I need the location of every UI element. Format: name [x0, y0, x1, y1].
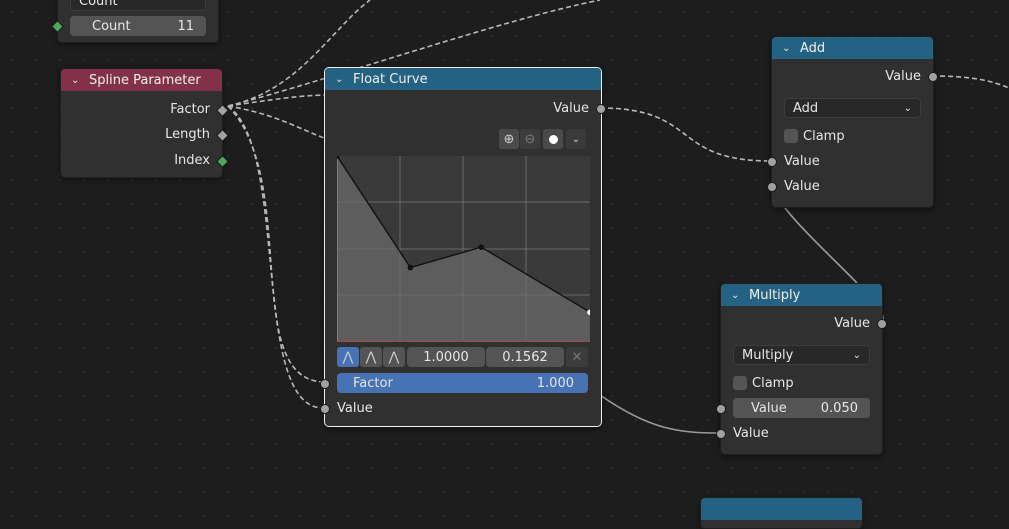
clipping-dot-icon — [548, 134, 558, 144]
factor-value: 1.000 — [536, 375, 574, 391]
chevron-down-icon: ⌄ — [852, 349, 861, 361]
input1-label: Value — [784, 154, 820, 169]
count-node[interactable]: Count Count 11 — [51, 0, 219, 43]
input2-label: Value — [784, 179, 820, 194]
point-x-value: 1.0000 — [423, 349, 469, 365]
add-header[interactable]: ⌄ Add — [772, 37, 933, 59]
zoom-out-icon: ⊖ — [524, 131, 536, 147]
curve-menu-button[interactable]: ⌄ — [566, 129, 586, 149]
count-label: Count — [92, 18, 131, 34]
output-value-socket[interactable] — [596, 104, 606, 114]
count-value: 11 — [177, 18, 194, 34]
handle-auto-button[interactable]: ⋀ — [337, 347, 359, 367]
spline-parameter-header[interactable]: ⌄ Spline Parameter — [61, 69, 222, 91]
clamp-checkbox[interactable] — [784, 129, 798, 143]
factor-label: Factor — [353, 375, 393, 391]
delete-point-button[interactable]: ✕ — [566, 347, 588, 367]
count-dropdown[interactable]: Count — [70, 0, 206, 11]
zoom-in-icon: ⊕ — [503, 131, 515, 147]
clamp-label: Clamp — [803, 129, 845, 144]
output-value-label: Value — [834, 316, 870, 331]
float-curve-header[interactable]: ⌄ Float Curve — [325, 68, 601, 90]
node-title: Float Curve — [353, 71, 428, 87]
clipping-button[interactable] — [543, 129, 563, 149]
clamp-checkbox[interactable] — [733, 376, 747, 390]
value-input-socket[interactable] — [716, 404, 726, 414]
operation-value: Multiply — [742, 347, 794, 363]
zoom-out-button[interactable]: ⊖ — [520, 129, 540, 149]
wire-curve-to-multiply — [599, 394, 721, 434]
handle-free-button[interactable]: ⋀ — [383, 347, 405, 367]
input1-socket[interactable] — [767, 157, 777, 167]
count-field[interactable]: Count 11 — [70, 16, 206, 36]
point-y-field[interactable]: 0.1562 — [486, 347, 564, 367]
value-input-socket[interactable] — [320, 404, 330, 414]
operation-value: Add — [793, 100, 819, 116]
wire-factor-to-curve-2 — [227, 105, 331, 141]
count-dropdown-value: Count — [79, 0, 118, 9]
output-value-socket[interactable] — [877, 319, 887, 329]
multiply-header[interactable]: ⌄ Multiply — [721, 284, 882, 306]
input2-socket[interactable] — [716, 429, 726, 439]
value-input-label: Value — [337, 401, 373, 416]
operation-dropdown[interactable]: Add ⌄ — [784, 98, 921, 118]
clamp-label: Clamp — [752, 376, 794, 391]
add-node[interactable]: ⌄ Add Value Add ⌄ Clamp Value Value — [767, 36, 938, 208]
value-field-label: Value — [751, 400, 787, 416]
curve-control-point[interactable] — [407, 264, 414, 271]
collapse-chevron-icon[interactable]: ⌄ — [335, 74, 347, 85]
chevron-down-icon: ⌄ — [903, 102, 912, 114]
output-value-label: Value — [553, 101, 589, 116]
curve-graph[interactable] — [337, 156, 590, 342]
partial-node-bottom[interactable] — [700, 497, 863, 529]
free-handle-icon: ⋀ — [388, 349, 400, 365]
operation-dropdown[interactable]: Multiply ⌄ — [733, 345, 870, 365]
wire-curve-to-add — [599, 107, 772, 162]
output-index-label: Index — [174, 153, 210, 168]
output-length-label: Length — [165, 127, 210, 142]
float-curve-node[interactable]: ⌄ Float Curve Value ⊕ ⊖ ⌄ ⋀ ⋀ ⋀ 1.0000 0… — [320, 67, 606, 427]
factor-slider[interactable]: Factor 1.000 — [337, 373, 588, 393]
handle-vector-button[interactable]: ⋀ — [360, 347, 382, 367]
collapse-chevron-icon[interactable]: ⌄ — [71, 75, 83, 86]
output-value-label: Value — [885, 69, 921, 84]
value-field[interactable]: Value 0.050 — [733, 398, 870, 418]
partial-node-header[interactable] — [701, 498, 862, 520]
output-factor-label: Factor — [170, 102, 210, 117]
factor-input-socket[interactable] — [320, 379, 330, 389]
node-title: Add — [800, 40, 826, 56]
curve-control-point[interactable] — [478, 244, 485, 250]
value-field-value: 0.050 — [820, 400, 858, 416]
vector-handle-icon: ⋀ — [365, 349, 377, 365]
node-title: Multiply — [749, 287, 801, 303]
collapse-chevron-icon[interactable]: ⌄ — [731, 290, 743, 301]
node-title: Spline Parameter — [89, 72, 201, 88]
point-x-field[interactable]: 1.0000 — [407, 347, 485, 367]
input2-label: Value — [733, 426, 769, 441]
close-icon: ✕ — [571, 349, 583, 365]
point-y-value: 0.1562 — [502, 349, 548, 365]
collapse-chevron-icon[interactable]: ⌄ — [782, 43, 794, 54]
wire-factor-to-factor — [227, 105, 325, 383]
wire-factor-to-value — [227, 105, 325, 409]
wire-factor-to-curve — [227, 94, 331, 107]
auto-handle-icon: ⋀ — [342, 349, 354, 365]
chevron-down-icon: ⌄ — [571, 133, 581, 145]
output-value-socket[interactable] — [928, 72, 938, 82]
input2-socket[interactable] — [767, 182, 777, 192]
spline-parameter-node[interactable]: ⌄ Spline Parameter Factor Length Index — [60, 68, 229, 178]
zoom-in-button[interactable]: ⊕ — [499, 129, 519, 149]
multiply-node[interactable]: ⌄ Multiply Value Multiply ⌄ Clamp Value … — [716, 283, 887, 455]
wire-add-out — [931, 75, 1009, 89]
